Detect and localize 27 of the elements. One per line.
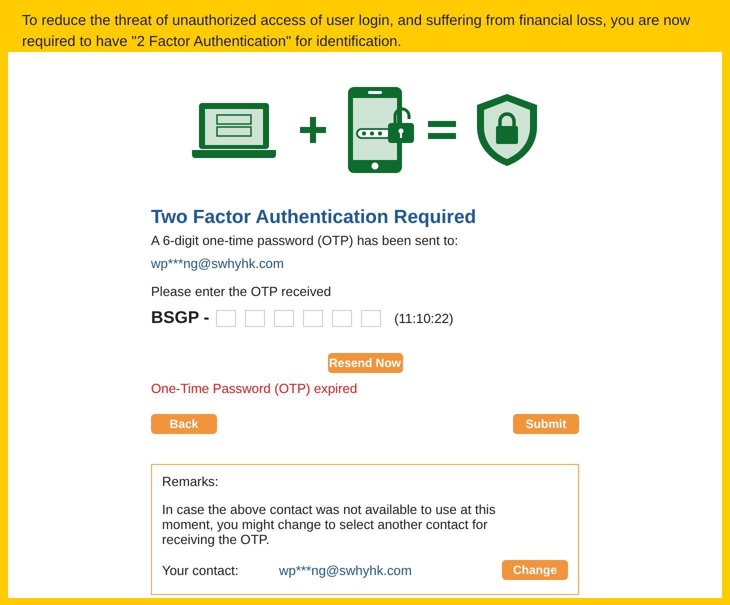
shield-lock-icon — [476, 93, 538, 167]
remarks-text: In case the above contact was not available to use at this moment, you might change to select another contact for receiving the OTP. — [162, 502, 497, 547]
otp-digit-field[interactable] — [216, 310, 236, 326]
equals-icon — [428, 121, 456, 139]
change-button[interactable]: Change — [502, 560, 568, 580]
resend-button[interactable]: Resend Now — [328, 353, 402, 373]
back-button[interactable]: Back — [151, 414, 217, 434]
otp-digit-field[interactable] — [332, 310, 352, 326]
otp-prefix: BSGP - — [151, 308, 210, 328]
contact-label: Your contact: — [162, 562, 240, 578]
contact-email: wp***ng@swhyhk.com — [279, 562, 413, 578]
remarks-heading: Remarks: — [162, 474, 220, 489]
error-message: One-Time Password (OTP) expired — [151, 381, 358, 397]
laptop-icon — [192, 101, 276, 159]
sent-notice: A 6-digit one-time password (OTP) has been sent to: — [151, 233, 460, 249]
notice-text: To reduce the threat of unauthorized access of user login, and suffering from financial loss, you are now required to have "2 Factor Authentication" for identification. — [22, 12, 692, 52]
otp-digit-field[interactable] — [361, 310, 382, 326]
phone-lock-icon — [348, 87, 414, 173]
otp-digit-field[interactable] — [303, 310, 324, 326]
email-address: wp***ng@swhyhk.com — [151, 256, 285, 272]
countdown-timer: (11:10:22) — [394, 310, 454, 326]
otp-prompt: Please enter the OTP received — [151, 284, 332, 300]
plus-icon — [300, 117, 326, 143]
submit-button[interactable]: Submit — [513, 414, 579, 434]
otp-digit-field[interactable] — [274, 310, 294, 326]
otp-digit-field[interactable] — [245, 310, 266, 326]
page-title: Two Factor Authentication Required — [151, 207, 478, 229]
